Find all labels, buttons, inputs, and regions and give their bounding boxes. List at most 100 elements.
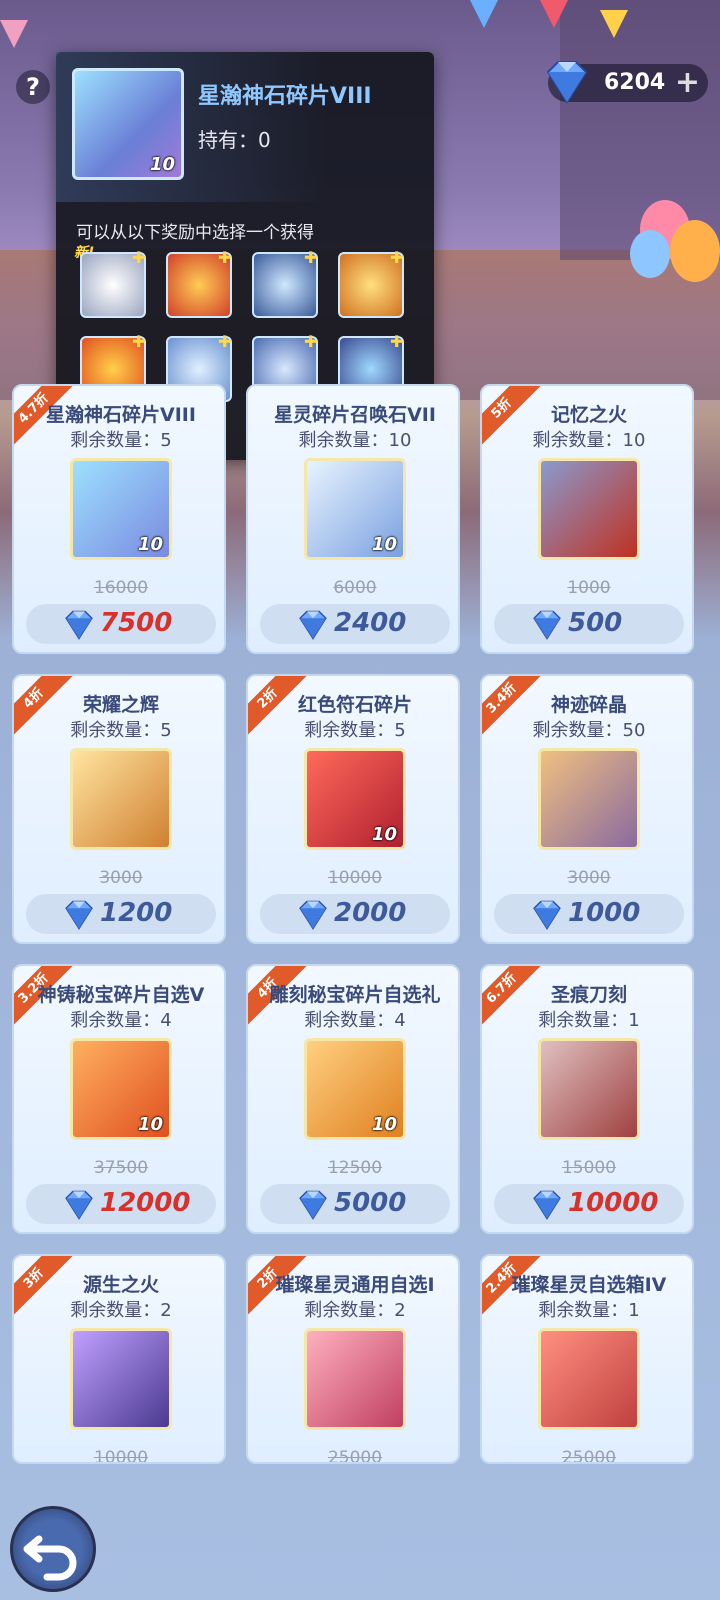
bunting-flag xyxy=(600,10,628,38)
bunting-flag xyxy=(0,20,28,48)
item-name: 璀璨星灵通用自选I xyxy=(275,1274,435,1296)
back-button[interactable] xyxy=(10,1506,96,1592)
item-icon: 10 xyxy=(70,1038,172,1140)
original-price: 3000 xyxy=(567,868,611,888)
buy-button[interactable]: 2000 xyxy=(260,894,450,934)
help-button[interactable]: ? xyxy=(16,70,50,104)
item-name: 记忆之火 xyxy=(550,404,627,426)
shop-item-card[interactable]: 4折 荣耀之辉 剩余数量：5 3000 1200 xyxy=(12,674,226,944)
plus-icon: ✚ xyxy=(132,248,146,267)
diamond-icon xyxy=(542,60,592,108)
buy-button[interactable]: 7500 xyxy=(26,604,216,644)
reward-item[interactable]: ✚ xyxy=(338,248,404,318)
diamond-icon xyxy=(62,900,96,934)
item-icon xyxy=(538,748,640,850)
original-price: 12500 xyxy=(327,1158,383,1178)
item-stock: 剩余数量：2 xyxy=(70,1300,172,1321)
shop-item-card[interactable]: 6.7折 圣痕刀刻 剩余数量：1 15000 10000 xyxy=(480,964,694,1234)
shop-item-card[interactable]: 2折 红色符石碎片 剩余数量：5 10 10000 2000 xyxy=(246,674,460,944)
plus-icon: ✚ xyxy=(218,248,232,267)
sale-price: 1200 xyxy=(100,898,173,928)
item-qty: 10 xyxy=(371,824,397,845)
buy-button[interactable]: 1200 xyxy=(26,894,216,934)
sale-price: 10000 xyxy=(568,1188,659,1218)
original-price: 1000 xyxy=(567,578,611,598)
item-icon xyxy=(70,748,172,850)
help-label: ? xyxy=(26,73,40,101)
plus-icon: ✚ xyxy=(218,332,232,351)
item-name: 源生之火 xyxy=(82,1274,159,1296)
item-icon: 10 xyxy=(70,458,172,560)
diamond-icon xyxy=(62,610,96,644)
currency-bar: 6204 + xyxy=(546,61,708,104)
original-price: 15000 xyxy=(561,1158,617,1178)
reward-item[interactable]: ✚ xyxy=(166,248,232,318)
item-stock: 剩余数量：2 xyxy=(304,1300,406,1321)
sale-price: 2000 xyxy=(334,898,407,928)
reward-item[interactable]: ✚ xyxy=(80,248,146,318)
shop-item-card[interactable]: 2折 璀璨星灵通用自选I 剩余数量：2 25000 xyxy=(246,1254,460,1464)
plus-icon: ✚ xyxy=(304,248,318,267)
plus-icon: ✚ xyxy=(390,332,404,351)
shop-item-card[interactable]: 4.7折 星瀚神石碎片VIII 剩余数量：5 10 16000 7500 xyxy=(12,384,226,654)
sale-price: 2400 xyxy=(334,608,407,638)
item-name: 雕刻秘宝碎片自选礼 xyxy=(269,984,441,1006)
buy-button[interactable]: 12000 xyxy=(26,1184,216,1224)
shop-item-card[interactable]: 3.2折 神铸秘宝碎片自选V 剩余数量：4 10 37500 12000 xyxy=(12,964,226,1234)
original-price: 37500 xyxy=(93,1158,149,1178)
plus-icon: ✚ xyxy=(390,248,404,267)
item-icon: 10 xyxy=(304,748,406,850)
buy-button[interactable]: 500 xyxy=(494,604,684,644)
back-arrow-icon xyxy=(23,1535,77,1581)
shop-item-card[interactable]: 2.4折 璀璨星灵自选箱IV 剩余数量：1 25000 xyxy=(480,1254,694,1464)
item-name: 神迹碎晶 xyxy=(550,694,627,716)
item-name: 荣耀之辉 xyxy=(82,694,159,716)
original-price: 3000 xyxy=(99,868,143,888)
shop-item-card[interactable]: 3.4折 神迹碎晶 剩余数量：50 3000 1000 xyxy=(480,674,694,944)
original-price: 16000 xyxy=(93,578,149,598)
sale-price: 1000 xyxy=(568,898,641,928)
item-stock: 剩余数量：4 xyxy=(304,1010,406,1031)
item-qty: 10 xyxy=(137,1114,163,1135)
item-qty: 10 xyxy=(149,154,175,175)
item-qty: 10 xyxy=(371,1114,397,1135)
buy-button[interactable]: 5000 xyxy=(260,1184,450,1224)
shop-item-card[interactable]: 星灵碎片召唤石VII 剩余数量：10 10 6000 2400 xyxy=(246,384,460,654)
shop-item-card[interactable]: 4折 雕刻秘宝碎片自选礼 剩余数量：4 10 12500 5000 xyxy=(246,964,460,1234)
item-stock: 剩余数量：5 xyxy=(70,430,172,451)
item-qty: 10 xyxy=(137,534,163,555)
buy-button[interactable]: 10000 xyxy=(494,1184,684,1224)
balloon xyxy=(630,230,670,278)
item-name: 神铸秘宝碎片自选V xyxy=(37,984,205,1006)
item-icon xyxy=(538,458,640,560)
item-stock: 剩余数量：1 xyxy=(538,1010,640,1031)
original-price: 25000 xyxy=(561,1448,617,1464)
item-icon xyxy=(70,1328,172,1430)
item-stock: 剩余数量：1 xyxy=(538,1300,640,1321)
plus-icon: ✚ xyxy=(304,332,318,351)
item-name: 圣痕刀刻 xyxy=(550,984,627,1006)
add-currency-button[interactable]: + xyxy=(675,68,700,98)
shop-item-card[interactable]: 3折 源生之火 剩余数量：2 10000 xyxy=(12,1254,226,1464)
buy-button[interactable]: 1000 xyxy=(494,894,684,934)
popup-description: 可以从以下奖励中选择一个获得 xyxy=(76,223,314,243)
item-name: 星灵碎片召唤石VII xyxy=(274,404,436,426)
original-price: 25000 xyxy=(327,1448,383,1464)
original-price: 10000 xyxy=(327,868,383,888)
plus-icon: ✚ xyxy=(132,332,146,351)
item-stock: 剩余数量：4 xyxy=(70,1010,172,1031)
buy-button[interactable]: 2400 xyxy=(260,604,450,644)
shop-item-card[interactable]: 5折 记忆之火 剩余数量：10 1000 500 xyxy=(480,384,694,654)
bunting-flag xyxy=(540,0,568,28)
diamond-icon xyxy=(296,1190,330,1224)
sale-price: 5000 xyxy=(334,1188,407,1218)
item-stock: 剩余数量：50 xyxy=(532,720,646,741)
item-icon xyxy=(538,1328,640,1430)
item-icon: 10 xyxy=(304,1038,406,1140)
reward-item[interactable]: ✚ xyxy=(252,248,318,318)
bunting-flag xyxy=(470,0,498,28)
balloon xyxy=(670,220,720,282)
item-stock: 剩余数量：5 xyxy=(304,720,406,741)
item-stock: 剩余数量：10 xyxy=(532,430,646,451)
item-stock: 剩余数量：10 xyxy=(298,430,412,451)
